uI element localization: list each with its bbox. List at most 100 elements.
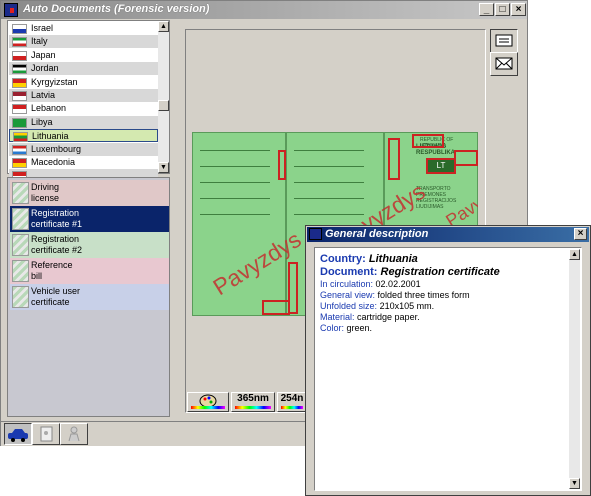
title-bar[interactable]: Auto Documents (Forensic version) _ □ × bbox=[1, 1, 527, 19]
person-icon bbox=[68, 426, 80, 442]
car-mode-button[interactable] bbox=[4, 423, 32, 445]
form-line bbox=[200, 166, 270, 167]
tab-visible-light[interactable] bbox=[187, 392, 229, 412]
document-type-list[interactable]: Driving license Registration certificate … bbox=[7, 177, 170, 417]
document-thumbnail-icon bbox=[12, 182, 29, 204]
document-line: Document: Registration certificate bbox=[320, 266, 500, 278]
close-button[interactable]: × bbox=[511, 3, 526, 16]
country-item[interactable]: Libya bbox=[9, 115, 158, 129]
form-line bbox=[200, 214, 270, 215]
card-icon bbox=[495, 34, 513, 47]
document-value: Registration certificate bbox=[380, 266, 500, 278]
flag-icon bbox=[12, 24, 27, 34]
info-value: green. bbox=[346, 323, 373, 333]
country-list-scrollbar[interactable]: ▲ ▼ bbox=[158, 21, 169, 173]
envelope-icon bbox=[495, 57, 513, 70]
form-line bbox=[200, 198, 270, 199]
country-list[interactable]: ... Macedonia Luxembourg Lithuania Libya Leba… bbox=[7, 20, 170, 183]
document-type-item[interactable]: Reference bill bbox=[10, 258, 169, 284]
country-item[interactable]: Latvia bbox=[9, 89, 158, 102]
tab-envelope-view[interactable] bbox=[490, 52, 518, 76]
form-line bbox=[294, 198, 364, 199]
tab-uv-365-label: 365nm bbox=[237, 393, 269, 404]
country-item[interactable]: Luxembourg bbox=[9, 142, 158, 156]
app-logo-icon bbox=[4, 3, 18, 17]
info-label: Material: bbox=[320, 312, 355, 322]
form-line bbox=[294, 182, 364, 183]
country-item[interactable]: Lithuania bbox=[9, 129, 158, 143]
form-line bbox=[294, 166, 364, 167]
document-type-label: Registration certificate #1 bbox=[31, 208, 83, 229]
form-line bbox=[294, 214, 364, 215]
document-type-item[interactable]: Driving license bbox=[10, 180, 169, 206]
flag-icon bbox=[12, 91, 27, 101]
document-icon bbox=[40, 426, 53, 442]
document-type-label: Registration certificate #2 bbox=[31, 234, 83, 255]
document-mode-button[interactable] bbox=[32, 423, 60, 445]
document-type-label: Reference bill bbox=[31, 260, 73, 281]
scroll-down-icon[interactable]: ▼ bbox=[569, 478, 580, 489]
tab-uv-365[interactable]: 365nm bbox=[231, 392, 275, 412]
dialog-close-button[interactable]: × bbox=[574, 228, 587, 240]
document-thumbnail-icon bbox=[12, 208, 29, 230]
feature-highlight[interactable] bbox=[262, 300, 290, 315]
document-thumbnail-icon bbox=[12, 286, 29, 308]
window-title: Auto Documents (Forensic version) bbox=[23, 3, 210, 15]
person-mode-button[interactable] bbox=[60, 423, 88, 445]
spectrum-bar bbox=[191, 406, 225, 409]
country-name: Lebanon bbox=[31, 103, 67, 114]
document-type-item[interactable]: Registration certificate #1 bbox=[10, 206, 169, 232]
country-name: Kyrgyizstan bbox=[31, 76, 78, 87]
plate-highlight[interactable]: LT bbox=[426, 158, 456, 174]
info-label: In circulation: bbox=[320, 279, 374, 289]
minimize-button[interactable]: _ bbox=[479, 3, 494, 16]
country-name: Libya bbox=[31, 116, 53, 127]
flag-icon bbox=[12, 37, 27, 48]
dialog-title: General description bbox=[325, 228, 429, 240]
country-item[interactable]: Jordan bbox=[9, 62, 158, 76]
car-icon bbox=[8, 429, 28, 442]
scroll-down-icon[interactable]: ▼ bbox=[158, 162, 169, 173]
info-row: Unfolded size: 210x105 mm. bbox=[320, 301, 434, 311]
general-description-dialog[interactable]: General description × Country: Lithuania… bbox=[305, 225, 591, 496]
info-value: 02.02.2001 bbox=[375, 279, 421, 289]
spectrum-bar bbox=[235, 406, 271, 409]
document-thumbnail-icon bbox=[12, 260, 29, 282]
document-type-item[interactable]: Vehicle user certificate bbox=[10, 284, 169, 310]
info-value: folded three times form bbox=[377, 290, 470, 300]
country-item[interactable]: Israel bbox=[9, 22, 158, 35]
scroll-thumb[interactable] bbox=[158, 100, 169, 111]
country-item[interactable]: Japan bbox=[9, 49, 158, 62]
country-item[interactable]: Kyrgyizstan bbox=[9, 76, 158, 89]
country-item[interactable]: Italy bbox=[9, 35, 158, 49]
info-row: Material: cartridge paper. bbox=[320, 312, 420, 322]
document-type-item[interactable]: Registration certificate #2 bbox=[10, 232, 169, 258]
feature-highlight[interactable] bbox=[454, 150, 478, 166]
app-logo-icon bbox=[309, 228, 322, 240]
spectrum-bar bbox=[281, 406, 303, 409]
country-name: Japan bbox=[31, 49, 56, 60]
country-item[interactable]: Lebanon bbox=[9, 102, 158, 115]
feature-highlight[interactable] bbox=[412, 134, 444, 148]
scroll-up-icon[interactable]: ▲ bbox=[158, 21, 169, 32]
maximize-button[interactable]: □ bbox=[495, 3, 510, 16]
feature-highlight[interactable] bbox=[388, 138, 400, 180]
info-label: Unfolded size: bbox=[320, 301, 378, 311]
country-name: Israel bbox=[31, 23, 54, 33]
description-scrollbar[interactable]: ▲ ▼ bbox=[569, 249, 580, 489]
country-name: Macedonia bbox=[31, 157, 76, 167]
dialog-title-bar[interactable]: General description × bbox=[307, 227, 589, 242]
tab-uv-254[interactable]: 254n bbox=[277, 392, 307, 412]
country-name: Latvia bbox=[31, 90, 56, 100]
flag-icon bbox=[12, 104, 27, 115]
feature-highlight[interactable] bbox=[278, 150, 286, 180]
document-type-label: Driving license bbox=[31, 182, 60, 203]
tab-card-view[interactable] bbox=[490, 29, 518, 53]
document-type-label: Vehicle user certificate bbox=[31, 286, 81, 307]
scroll-up-icon[interactable]: ▲ bbox=[569, 249, 580, 260]
info-label: Color: bbox=[320, 323, 345, 333]
country-value: Lithuania bbox=[368, 253, 418, 265]
info-row: General view: folded three times form bbox=[320, 290, 470, 300]
country-item[interactable]: Macedonia bbox=[9, 156, 158, 169]
country-line: Country: Lithuania bbox=[320, 253, 418, 265]
